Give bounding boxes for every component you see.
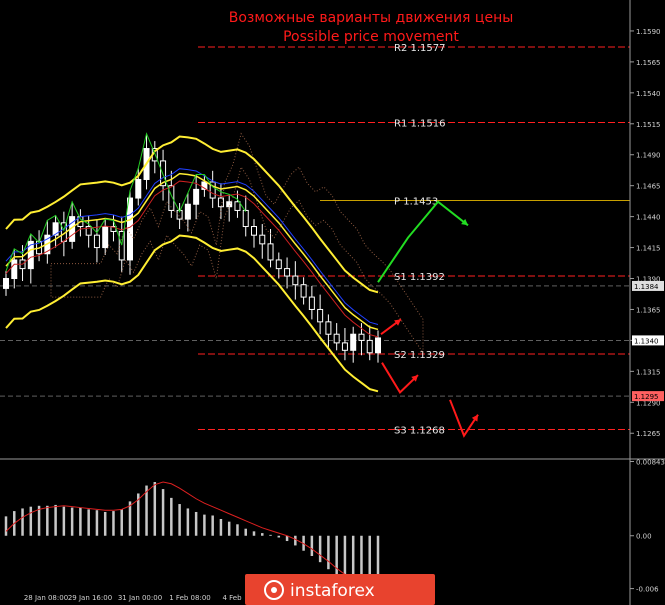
candle-body bbox=[234, 201, 241, 211]
candle-body bbox=[259, 234, 266, 245]
time-tick-label: 31 Jan 00:00 bbox=[118, 594, 162, 602]
indicator-tick-label: 0.00843 bbox=[636, 458, 665, 466]
chart-background bbox=[0, 0, 665, 605]
candle-body bbox=[292, 275, 299, 286]
chart-canvas: R2 1.1577R1 1.1516P 1.1453S1 1.1392S2 1.… bbox=[0, 0, 665, 605]
candle-body bbox=[93, 234, 100, 249]
price-tick-label: 1.1465 bbox=[636, 183, 661, 191]
candle-body bbox=[127, 197, 133, 261]
candle-body bbox=[366, 339, 373, 354]
candle-body bbox=[300, 284, 307, 298]
candle-body bbox=[242, 209, 249, 228]
price-tag-label: 1.1384 bbox=[634, 283, 659, 291]
candle-body bbox=[11, 259, 18, 280]
candle-body bbox=[308, 296, 315, 310]
price-tick-label: 1.1490 bbox=[636, 152, 661, 160]
price-tick-label: 1.1315 bbox=[636, 368, 661, 376]
pivot-label: R1 1.1516 bbox=[394, 119, 445, 130]
price-tick-label: 1.1365 bbox=[636, 306, 661, 314]
price-tick-label: 1.1265 bbox=[636, 430, 661, 438]
candle-body bbox=[350, 333, 357, 351]
time-tick-label: 29 Jan 16:00 bbox=[68, 594, 112, 602]
instaforex-logo: instaforex bbox=[245, 574, 435, 605]
candle-body bbox=[317, 308, 324, 323]
candle-body bbox=[27, 240, 34, 270]
candle-body bbox=[267, 243, 274, 261]
price-tag-label: 1.1295 bbox=[634, 393, 659, 401]
candle-body bbox=[275, 259, 282, 270]
price-tick-label: 1.1565 bbox=[636, 59, 661, 67]
candle-body bbox=[375, 337, 381, 354]
candle-body bbox=[193, 188, 200, 205]
price-tick-label: 1.1515 bbox=[636, 121, 661, 129]
pivot-label: S3 1.1268 bbox=[394, 426, 445, 437]
candle-body bbox=[102, 226, 109, 249]
logo-dot-icon bbox=[271, 587, 277, 593]
candle-body bbox=[184, 203, 191, 220]
candle-body bbox=[325, 321, 332, 335]
price-tick-label: 1.1540 bbox=[636, 90, 661, 98]
time-tick-label: 28 Jan 08:00 bbox=[24, 594, 68, 602]
candle-body bbox=[358, 333, 365, 341]
candle-body bbox=[284, 268, 291, 277]
time-tick-label: 1 Feb 08:00 bbox=[169, 594, 210, 602]
price-tick-label: 1.1440 bbox=[636, 214, 661, 222]
pivot-label: S2 1.1329 bbox=[394, 350, 445, 361]
indicator-tick-label: 0.00 bbox=[636, 533, 652, 541]
candle-body bbox=[3, 278, 9, 289]
candle-body bbox=[333, 333, 340, 344]
price-tick-label: 1.1415 bbox=[636, 245, 661, 253]
pivot-label: P 1.1453 bbox=[394, 197, 438, 208]
chart-title-en: Possible price movement bbox=[283, 29, 459, 45]
pivot-label: S1 1.1392 bbox=[394, 272, 445, 283]
indicator-tick-label: -0.006 bbox=[636, 586, 659, 594]
candle-body bbox=[341, 342, 348, 351]
logo-text: instaforex bbox=[290, 581, 375, 601]
candle-body bbox=[251, 226, 257, 236]
candle-body bbox=[135, 178, 142, 199]
price-tag-label: 1.1340 bbox=[634, 337, 659, 345]
chart-title-ru: Возможные варианты движения цены bbox=[229, 10, 514, 26]
price-tick-label: 1.1590 bbox=[636, 28, 661, 36]
time-tick-label: 4 Feb bbox=[222, 594, 242, 602]
